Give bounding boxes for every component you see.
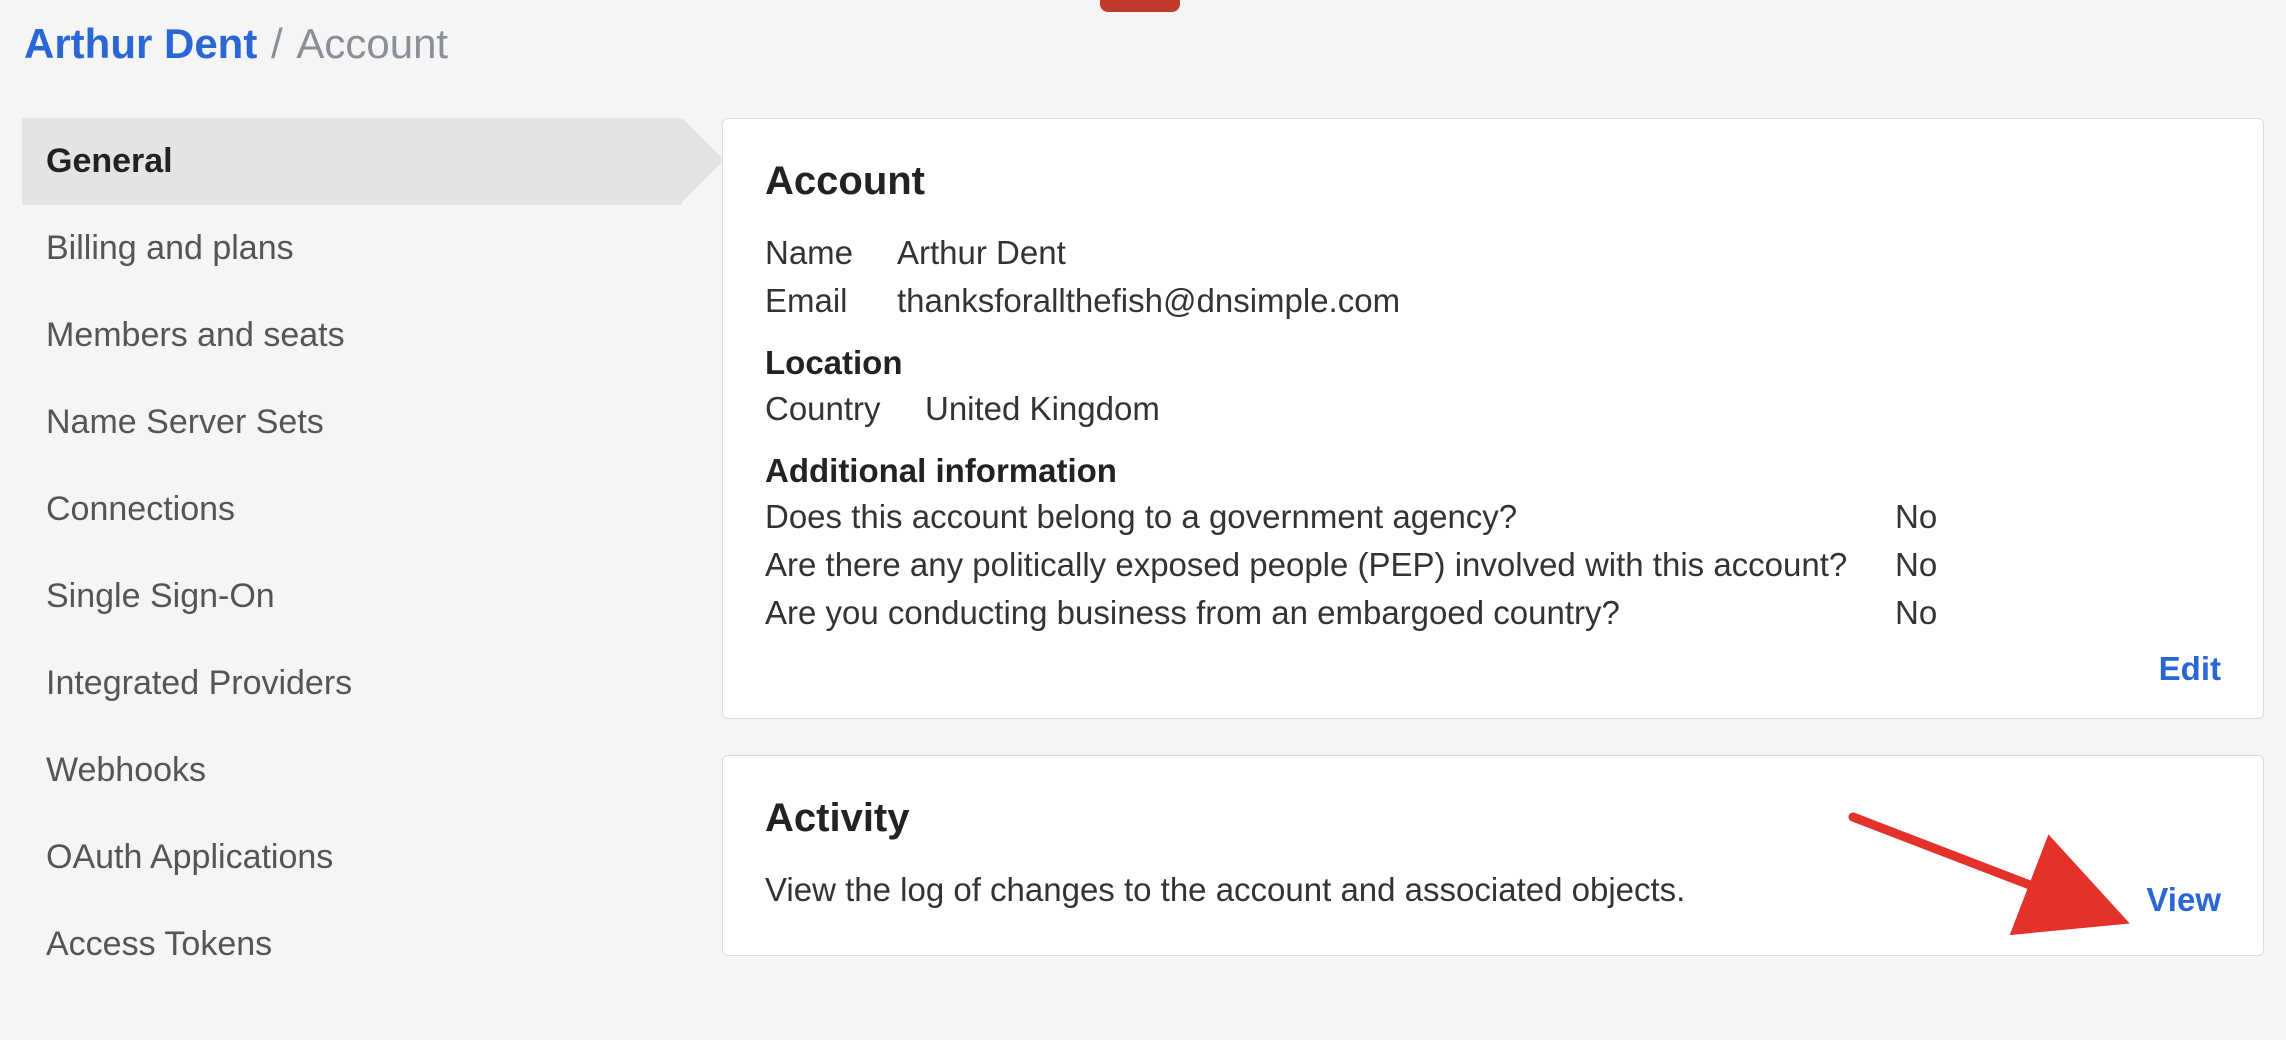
name-value: Arthur Dent bbox=[897, 234, 1066, 272]
sidebar-item-connections[interactable]: Connections bbox=[22, 466, 682, 553]
question-gov-agency: Does this account belong to a government… bbox=[765, 498, 1895, 536]
sidebar-item-access-tokens[interactable]: Access Tokens bbox=[22, 901, 682, 988]
email-label: Email bbox=[765, 282, 897, 320]
question-pep: Are there any politically exposed people… bbox=[765, 546, 1895, 584]
email-value: thanksforallthefish@dnsimple.com bbox=[897, 282, 1400, 320]
account-card: Account Name Arthur Dent Email thanksfor… bbox=[722, 118, 2264, 719]
activity-description: View the log of changes to the account a… bbox=[765, 871, 2221, 909]
breadcrumb: Arthur Dent / Account bbox=[22, 20, 2264, 68]
location-heading: Location bbox=[765, 344, 2221, 382]
settings-sidebar: General Billing and plans Members and se… bbox=[22, 118, 682, 992]
answer-gov-agency: No bbox=[1895, 498, 1937, 536]
country-value: United Kingdom bbox=[925, 390, 1160, 428]
answer-pep: No bbox=[1895, 546, 1937, 584]
account-card-title: Account bbox=[765, 159, 2221, 204]
sidebar-item-name-server-sets[interactable]: Name Server Sets bbox=[22, 379, 682, 466]
sidebar-item-oauth-apps[interactable]: OAuth Applications bbox=[22, 814, 682, 901]
top-red-tab-fragment bbox=[1100, 0, 1180, 12]
question-embargo: Are you conducting business from an emba… bbox=[765, 594, 1895, 632]
breadcrumb-separator: / bbox=[269, 20, 285, 67]
sidebar-item-sso[interactable]: Single Sign-On bbox=[22, 553, 682, 640]
edit-account-link[interactable]: Edit bbox=[2159, 650, 2221, 688]
view-activity-link[interactable]: View bbox=[2146, 881, 2221, 919]
sidebar-item-webhooks[interactable]: Webhooks bbox=[22, 727, 682, 814]
sidebar-item-members[interactable]: Members and seats bbox=[22, 292, 682, 379]
answer-embargo: No bbox=[1895, 594, 1937, 632]
name-label: Name bbox=[765, 234, 897, 272]
activity-card-title: Activity bbox=[765, 796, 2221, 841]
breadcrumb-account-name[interactable]: Arthur Dent bbox=[24, 20, 257, 67]
sidebar-item-billing[interactable]: Billing and plans bbox=[22, 205, 682, 292]
additional-info-heading: Additional information bbox=[765, 452, 2221, 490]
sidebar-item-integrated-providers[interactable]: Integrated Providers bbox=[22, 640, 682, 727]
country-label: Country bbox=[765, 390, 925, 428]
breadcrumb-current: Account bbox=[296, 20, 448, 67]
sidebar-item-general[interactable]: General bbox=[22, 118, 682, 205]
activity-card: Activity View the log of changes to the … bbox=[722, 755, 2264, 956]
